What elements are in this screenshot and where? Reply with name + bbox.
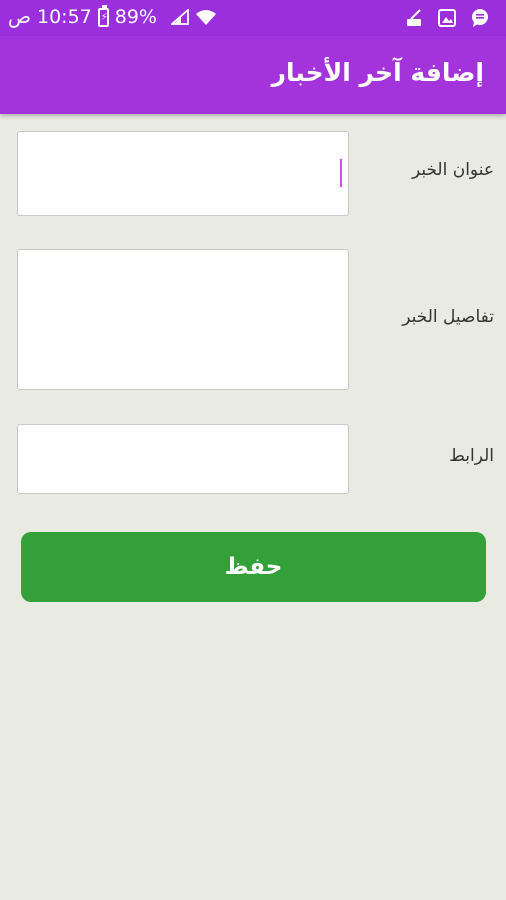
news-link-label: الرابط xyxy=(449,446,494,466)
status-ampm: ص xyxy=(8,6,31,28)
signal-icon xyxy=(170,9,189,25)
status-bar: ص 10:57 ⚡ 89% xyxy=(0,0,506,36)
text-cursor xyxy=(340,159,342,187)
save-button-label: حفظ xyxy=(224,554,283,580)
news-details-label: تفاصيل الخبر xyxy=(402,307,494,327)
page-title: إضافة آخر الأخبار xyxy=(271,58,484,87)
image-icon xyxy=(438,9,456,27)
app-bar: إضافة آخر الأخبار xyxy=(0,36,506,114)
battery-percentage: 89% xyxy=(114,6,157,28)
news-link-input[interactable] xyxy=(17,424,349,494)
news-details-input[interactable] xyxy=(17,249,349,390)
status-left: ص 10:57 ⚡ 89% xyxy=(8,4,217,28)
broom-icon xyxy=(407,9,421,26)
status-notification-icons xyxy=(404,8,490,28)
status-time: 10:57 xyxy=(36,6,92,28)
wifi-icon xyxy=(195,10,216,25)
save-button[interactable]: حفظ xyxy=(21,532,486,602)
news-title-label: عنوان الخبر xyxy=(411,160,494,180)
news-title-input[interactable] xyxy=(17,131,349,216)
chat-icon xyxy=(472,9,488,27)
battery-icon: ⚡ xyxy=(97,4,109,27)
